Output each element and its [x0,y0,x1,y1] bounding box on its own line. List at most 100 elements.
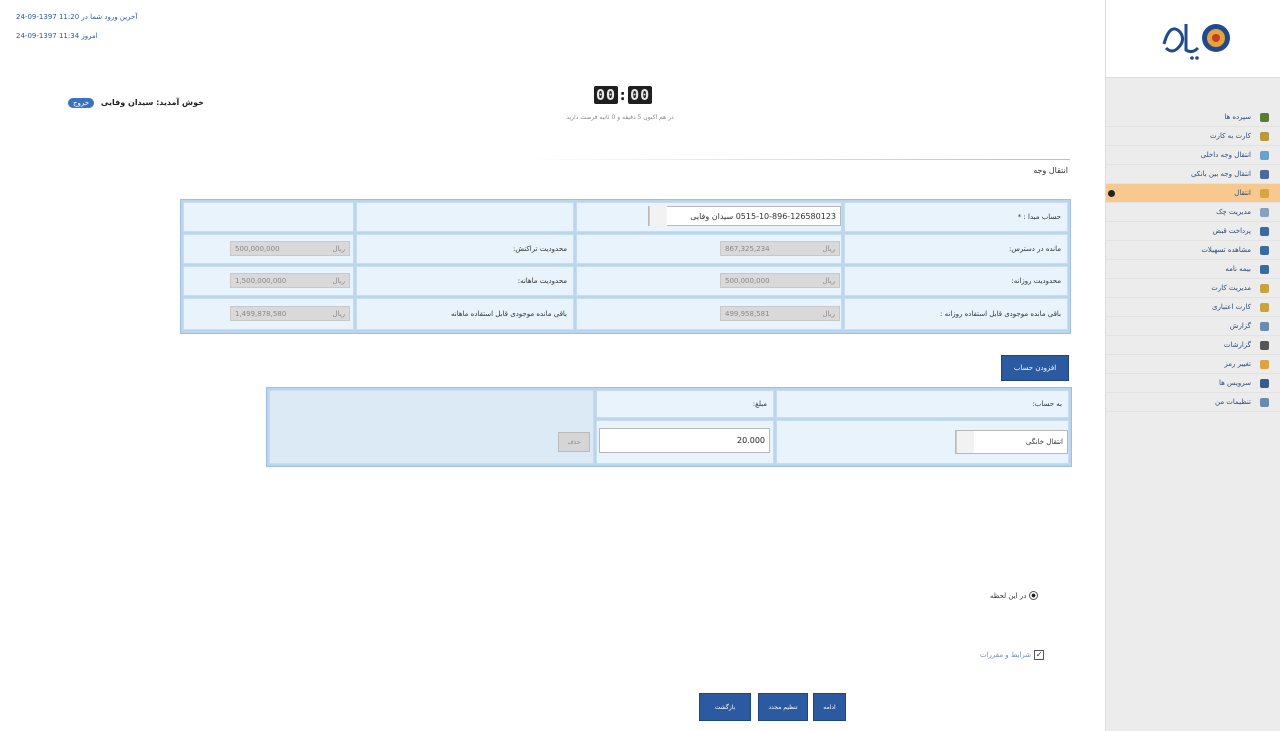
cheque-icon [1260,208,1269,217]
timing-radio-group[interactable]: در این لحظه [990,591,1039,600]
terms-row[interactable]: ✓ شرایط و مقررات [980,650,1045,660]
monthly-limit-amount: 1,500,000,000 [235,276,287,285]
timer-caption: در هم اکنون 5 دقیقه و 0 ثانیه فرصت دارید [566,114,674,121]
insurance-icon [1260,265,1269,274]
source-account-label: حساب مبدا : * [844,202,1068,232]
radio-now[interactable] [1029,591,1039,600]
amount-label: مبلغ: [596,390,774,418]
sidebar-item-label: مشاهده تسهیلات [1201,246,1251,254]
sidebar-item-label: سپرده ها [1224,113,1251,121]
sidebar-item-label: پرداخت قبض [1212,227,1251,235]
sidebar-item[interactable]: سرویس ها [1106,374,1280,393]
logout-button[interactable]: خروج [68,98,95,108]
sidebar: سپرده ها کارت به کارت انتقال وجه داخلی انتق… [1105,0,1280,731]
amount-input[interactable]: 20.000 [599,428,770,453]
tx-limit-value: ریال 500,000,000 [230,241,350,256]
to-account-label: به حساب: [776,390,1069,418]
sidebar-item[interactable]: کارت به کارت [1106,127,1280,146]
source-account-select[interactable]: 0515-10-896-126580123 سیدان وفایی [648,206,841,226]
balance-amount: 867,325,234 [725,244,770,253]
terms-link[interactable]: شرایط و مقررات [980,651,1031,659]
sidebar-item-label: تنظیمات من [1215,398,1251,406]
loan-icon [1260,246,1269,255]
add-account-button[interactable]: افزودن حساب [1001,355,1069,381]
currency-label: ریال [822,244,835,253]
balance-value: ریال 867,325,234 [720,241,840,256]
settings-icon [1260,398,1269,407]
sidebar-item-label: گزارشات [1223,341,1251,349]
last-login-text: آخرین ورود شما در 11:20 1397-09-24 [16,13,138,21]
reports-icon [1260,341,1269,350]
card-manage-icon [1260,284,1269,293]
page: آخرین ورود شما در 11:20 1397-09-24 امروز… [0,0,1280,731]
sidebar-item-label: کارت اعتباری [1212,303,1251,311]
deposits-icon [1260,113,1269,122]
tx-limit-label: محدودیت تراکنش: [356,234,574,264]
today-date-text: امروز 11:34 1397-09-24 [16,32,98,40]
sidebar-item[interactable]: گزارشات [1106,336,1280,355]
remaining-daily-label: باقی مانده موجودی قابل استفاده روزانه : [844,298,1068,330]
terms-checkbox[interactable]: ✓ [1034,650,1045,660]
bank-logo-icon [1162,24,1230,60]
remaining-daily-value: ریال 499,958,581 [720,306,840,321]
bill-icon [1260,227,1269,236]
sidebar-item[interactable]: مدیریت کارت [1106,279,1280,298]
daily-limit-amount: 500,000,000 [725,276,770,285]
sidebar-menu: سپرده ها کارت به کارت انتقال وجه داخلی انتق… [1106,108,1280,412]
sidebar-item-label: انتقال وجه بین بانکی [1190,170,1251,178]
report-icon [1260,322,1269,331]
balance-label: مانده در دسترس: [844,234,1068,264]
monthly-limit-value: ریال 1,500,000,000 [230,273,350,288]
sidebar-item[interactable]: مشاهده تسهیلات [1106,241,1280,260]
chevron-down-icon[interactable] [956,431,974,453]
continue-button[interactable]: ادامه [813,693,846,721]
sidebar-item[interactable]: تنظیمات من [1106,393,1280,412]
dest-account-select[interactable]: انتقال خانگی [955,430,1068,454]
sidebar-item[interactable]: کارت اعتباری [1106,298,1280,317]
actions-cell [269,390,594,464]
card-to-card-icon [1260,132,1269,141]
sidebar-item-label: انتقال [1234,189,1251,197]
empty-cell [183,202,354,232]
sidebar-item-label: مدیریت کارت [1211,284,1251,292]
sidebar-item[interactable]: بیمه نامه [1106,260,1280,279]
sidebar-item[interactable]: مدیریت چک [1106,203,1280,222]
sidebar-item[interactable]: انتقال وجه داخلی [1106,146,1280,165]
currency-label: ریال [822,309,835,318]
sidebar-item[interactable]: تغییر رمز [1106,355,1280,374]
paya-icon [1260,189,1269,198]
daily-limit-value: ریال 500,000,000 [720,273,840,288]
sidebar-item[interactable]: سپرده ها [1106,108,1280,127]
currency-label: ریال [332,276,345,285]
sidebar-item-label: گزارش [1229,322,1251,330]
tx-limit-amount: 500,000,000 [235,244,280,253]
credit-card-icon [1260,303,1269,312]
daily-limit-label: محدودیت روزانه: [844,266,1068,296]
sidebar-item[interactable]: انتقال وجه بین بانکی [1106,165,1280,184]
timer-seconds: 00 [628,86,653,104]
dest-account-value: انتقال خانگی [1025,438,1063,446]
monthly-limit-label: محدودیت ماهانه: [356,266,574,296]
welcome-label: خوش آمدید: سیدان وفایی [100,98,204,107]
back-button[interactable]: بازگشت [699,693,751,721]
sidebar-item-label: انتقال وجه داخلی [1200,151,1251,159]
timer-minutes: 00 [594,86,619,104]
currency-label: ریال [822,276,835,285]
sidebar-item[interactable]: گزارش [1106,317,1280,336]
services-icon [1260,379,1269,388]
sidebar-item-label: بیمه نامه [1225,265,1251,273]
source-account-value: 0515-10-896-126580123 سیدان وفایی [690,211,836,221]
remove-button[interactable]: حذف [558,432,590,452]
interbank-icon [1260,170,1269,179]
chevron-down-icon[interactable] [649,206,667,226]
reset-button[interactable]: تنظیم مجدد [758,693,808,721]
remaining-daily-amount: 499,958,581 [725,309,770,318]
remaining-monthly-label: باقی مانده موجودی قابل استفاده ماهانه [356,298,574,330]
password-icon [1260,360,1269,369]
sidebar-item-label: تغییر رمز [1224,360,1251,368]
sidebar-item-label: کارت به کارت [1209,132,1251,140]
logo-area [1106,0,1280,78]
sidebar-item[interactable]: پرداخت قبض [1106,222,1280,241]
currency-label: ریال [332,244,345,253]
sidebar-item[interactable]: انتقال [1106,184,1280,203]
